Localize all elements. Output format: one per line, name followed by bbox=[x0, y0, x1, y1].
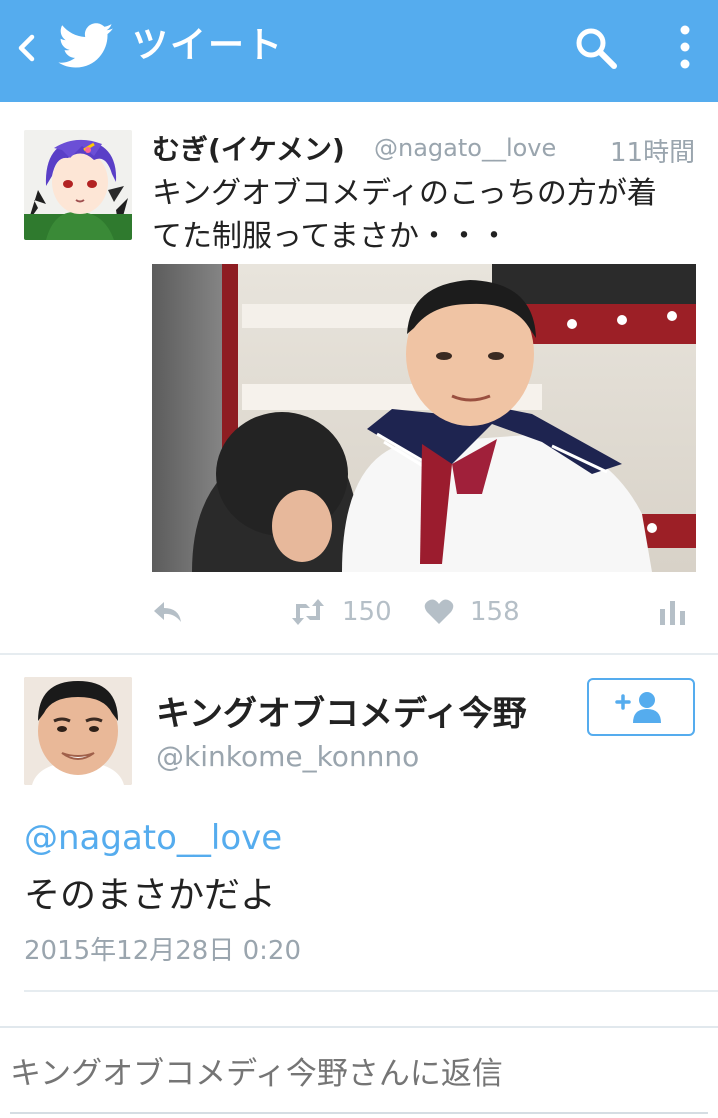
twitter-bird-icon[interactable] bbox=[58, 22, 114, 70]
retweet-icon bbox=[292, 599, 324, 625]
author-handle[interactable]: @nagato__love bbox=[374, 134, 556, 162]
input-underline bbox=[10, 1112, 708, 1114]
analytics-button[interactable] bbox=[658, 592, 688, 632]
follow-button[interactable] bbox=[587, 678, 695, 736]
back-button[interactable] bbox=[12, 28, 40, 68]
reply-icon bbox=[154, 602, 181, 622]
retweet-count: 150 bbox=[342, 597, 392, 627]
top-app-bar: ツイート bbox=[0, 0, 718, 102]
tweet[interactable]: むぎ(イケメン) @nagato__love 11時間 キングオブコメディのこっ… bbox=[0, 102, 718, 655]
author-name[interactable]: むぎ(イケメン) bbox=[152, 128, 345, 168]
tweet-text-line: キングオブコメディのこっちの方が着 bbox=[152, 176, 657, 211]
tweet-text-line: てた制服ってまさか・・・ bbox=[152, 219, 509, 254]
divider bbox=[24, 990, 718, 992]
analytics-icon bbox=[660, 601, 685, 625]
tweet-timestamp: 11時間 bbox=[610, 138, 696, 168]
reply-text: そのまさかだよ bbox=[24, 875, 277, 916]
mention-link[interactable]: @nagato__love bbox=[24, 818, 282, 858]
like-count: 158 bbox=[470, 597, 520, 627]
reply-button[interactable] bbox=[152, 592, 184, 632]
reply-author-handle[interactable]: @kinkome_konnno bbox=[156, 740, 419, 773]
more-button[interactable] bbox=[668, 22, 702, 74]
add-user-icon bbox=[615, 692, 661, 723]
divider bbox=[0, 653, 718, 655]
tweet-photo[interactable] bbox=[152, 264, 696, 572]
tweet-actions: 150 158 bbox=[152, 592, 696, 632]
tweet-text: キングオブコメディのこっちの方が着 てた制服ってまさか・・・ bbox=[152, 172, 704, 258]
search-button[interactable] bbox=[572, 24, 620, 72]
heart-icon bbox=[424, 599, 454, 624]
reply-author-name[interactable]: キングオブコメディ今野 bbox=[156, 686, 527, 735]
reply-input[interactable] bbox=[10, 1056, 700, 1092]
reply-composer bbox=[0, 1026, 718, 1118]
avatar[interactable] bbox=[24, 130, 132, 240]
retweet-button[interactable]: 150 bbox=[288, 592, 392, 632]
reply-timestamp: 2015年12月28日 0:20 bbox=[24, 936, 301, 966]
more-vertical-icon bbox=[680, 25, 690, 69]
avatar[interactable] bbox=[24, 677, 132, 785]
back-icon bbox=[18, 34, 35, 62]
like-button[interactable]: 158 bbox=[424, 592, 520, 632]
search-icon bbox=[576, 28, 617, 69]
page-title: ツイート bbox=[132, 25, 285, 66]
